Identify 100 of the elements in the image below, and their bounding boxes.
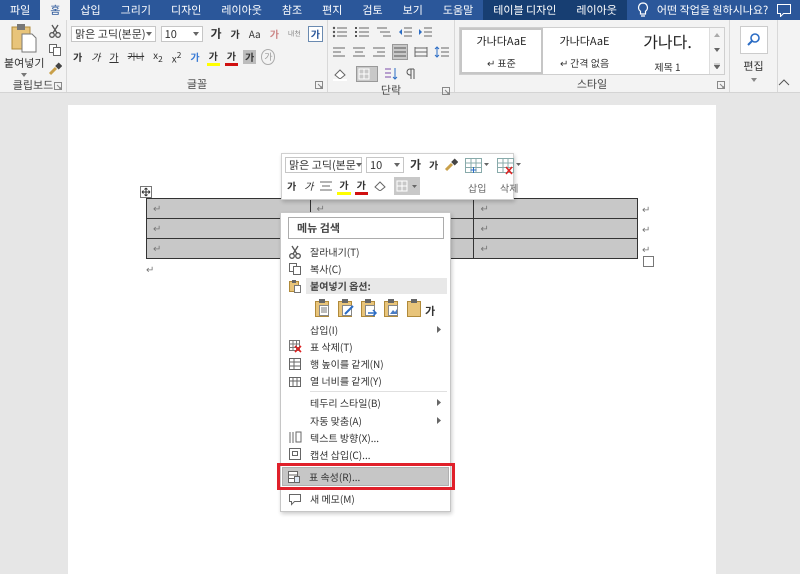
- align-left-icon[interactable]: [332, 46, 346, 58]
- font-format-button[interactable]: 가: [354, 178, 368, 194]
- font-format-button[interactable]: 가: [308, 26, 323, 42]
- menu-item[interactable]: 테두리 스타일(B): [284, 394, 447, 412]
- paste-option-icon[interactable]: [383, 298, 401, 318]
- dialog-launcher-icon[interactable]: [315, 81, 323, 89]
- font-format-button[interactable]: 가: [208, 27, 224, 41]
- copy-icon[interactable]: [48, 43, 62, 57]
- ribbon-tab[interactable]: 삽입: [70, 0, 111, 20]
- format-painter-icon[interactable]: [48, 62, 62, 76]
- paste-option-text-only[interactable]: 가: [406, 298, 436, 318]
- borders-icon[interactable]: [356, 66, 378, 82]
- menu-item[interactable]: 복사(C): [284, 260, 447, 278]
- menu-item[interactable]: 열 너비를 같게(Y): [284, 372, 447, 390]
- menu-item[interactable]: 표 속성(R)...: [283, 468, 448, 486]
- ribbon-tab[interactable]: 편지: [312, 0, 352, 20]
- editing-button[interactable]: 편집: [740, 26, 768, 82]
- dialog-launcher-icon[interactable]: [717, 81, 725, 89]
- multilevel-list-icon[interactable]: [376, 26, 392, 38]
- ribbon-tab[interactable]: 검토: [352, 0, 393, 20]
- font-format-button[interactable]: 가: [206, 48, 220, 66]
- font-format-button[interactable]: 가: [228, 27, 242, 41]
- increase-indent-icon[interactable]: [418, 26, 432, 38]
- table-resize-handle[interactable]: [643, 256, 654, 267]
- group-label: 클립보드: [12, 77, 54, 93]
- more-icon: [714, 62, 720, 69]
- font-format-button[interactable]: 가: [302, 179, 316, 193]
- align-center-icon[interactable]: [352, 46, 366, 58]
- paste-option-icon[interactable]: [337, 298, 355, 318]
- paste-option-icon[interactable]: [360, 298, 378, 318]
- style-option[interactable]: 가나다. 제목 1: [626, 28, 709, 74]
- lightbulb-icon: [636, 2, 649, 18]
- ribbon-tab[interactable]: 보기: [392, 0, 433, 20]
- ribbon-tab[interactable]: 레이아웃: [211, 0, 272, 20]
- gallery-scroll[interactable]: [709, 28, 724, 74]
- menu-item[interactable]: 새 메모(M): [284, 490, 447, 508]
- font-name-field[interactable]: 맑은 고딕(본문): [71, 26, 156, 42]
- clipboard-icon: [288, 278, 302, 293]
- menu-item[interactable]: 행 높이를 같게(N): [284, 354, 447, 372]
- rows-icon: [288, 356, 302, 371]
- insert-button[interactable]: 삽입: [464, 157, 490, 196]
- menu-item[interactable]: 표 삭제(T): [284, 338, 447, 355]
- menu-search-field[interactable]: 메뉴 검색: [288, 217, 444, 239]
- font-size-field[interactable]: 10: [160, 26, 204, 42]
- table-cell: ↵: [473, 239, 638, 258]
- ribbon-tab[interactable]: 디자인: [161, 0, 212, 20]
- ribbon-tab[interactable]: 홈: [40, 0, 70, 20]
- font-format-button[interactable]: 가: [188, 50, 202, 64]
- ribbon-tab[interactable]: 참조: [272, 0, 312, 20]
- menu-item[interactable]: 캡션 삽입(C)...: [284, 446, 447, 464]
- bullets-icon[interactable]: [332, 26, 348, 38]
- ribbon-tab[interactable]: 레이아웃: [566, 0, 627, 20]
- font-format-button[interactable]: 가: [224, 48, 238, 66]
- dialog-launcher-icon[interactable]: [442, 87, 450, 95]
- decrease-indent-icon[interactable]: [398, 26, 412, 38]
- center-align-icon[interactable]: [319, 181, 334, 191]
- menu-item[interactable]: 삽입(I): [284, 320, 447, 338]
- font-format-button[interactable]: 가: [285, 179, 298, 193]
- ribbon-tab[interactable]: 도움말: [432, 0, 484, 20]
- font-format-button[interactable]: x$_{2}$: [151, 48, 165, 66]
- font-format-button[interactable]: 가: [89, 50, 102, 64]
- table-move-handle-icon[interactable]: [140, 186, 152, 198]
- paste-button[interactable]: 붙여넣기: [4, 23, 44, 77]
- font-format-button[interactable]: 가: [337, 178, 351, 194]
- font-size-field[interactable]: 10: [366, 157, 404, 173]
- distributed-icon[interactable]: [414, 46, 428, 58]
- style-option[interactable]: 가나다AaE ↵ 간격 없음: [543, 28, 626, 74]
- copy-icon: [288, 262, 302, 276]
- font-format-button[interactable]: 가: [243, 50, 256, 64]
- sort-icon[interactable]: [384, 67, 400, 81]
- dialog-launcher-icon[interactable]: [54, 82, 62, 90]
- format-painter-icon[interactable]: [444, 158, 458, 172]
- scissors-icon[interactable]: [48, 24, 62, 38]
- font-name-field[interactable]: 맑은 고딕(본문: [285, 157, 362, 173]
- font-format-button[interactable]: 가: [408, 158, 424, 172]
- shading-icon[interactable]: [332, 67, 350, 81]
- clipboard-icon: [11, 23, 38, 53]
- font-format-button[interactable]: x$^{2}$: [170, 48, 184, 66]
- comment-icon[interactable]: [776, 3, 792, 17]
- font-format-button[interactable]: 가: [71, 50, 84, 64]
- delete-button[interactable]: 삭제: [496, 157, 522, 196]
- tell-me-search[interactable]: 어떤 작업을 원하시나요?: [626, 0, 776, 20]
- style-option[interactable]: 가나다AaE ↵ 표준: [460, 28, 543, 74]
- ribbon-tab[interactable]: 테이블 디자인: [483, 0, 566, 20]
- row-end-mark: ↵: [642, 241, 650, 256]
- justify-icon[interactable]: [392, 44, 408, 60]
- align-right-icon[interactable]: [372, 46, 386, 58]
- font-format-button[interactable]: Aa: [246, 27, 263, 41]
- ribbon-tab[interactable]: 그리기: [110, 0, 161, 20]
- menu-item[interactable]: 자동 맞춤(A): [284, 412, 447, 429]
- ribbon-tab[interactable]: 파일: [0, 0, 40, 20]
- numbering-icon[interactable]: [354, 26, 370, 38]
- pilcrow-icon[interactable]: [406, 67, 416, 81]
- paste-option-icon[interactable]: [314, 298, 332, 318]
- line-spacing-icon[interactable]: [434, 46, 450, 58]
- menu-item[interactable]: 텍스트 방향(X)...: [284, 428, 447, 446]
- font-format-button[interactable]: 가: [427, 158, 440, 172]
- font-format-button[interactable]: 가나: [126, 50, 146, 64]
- collapse-ribbon-icon[interactable]: [778, 78, 790, 86]
- font-format-button[interactable]: 가: [107, 50, 121, 64]
